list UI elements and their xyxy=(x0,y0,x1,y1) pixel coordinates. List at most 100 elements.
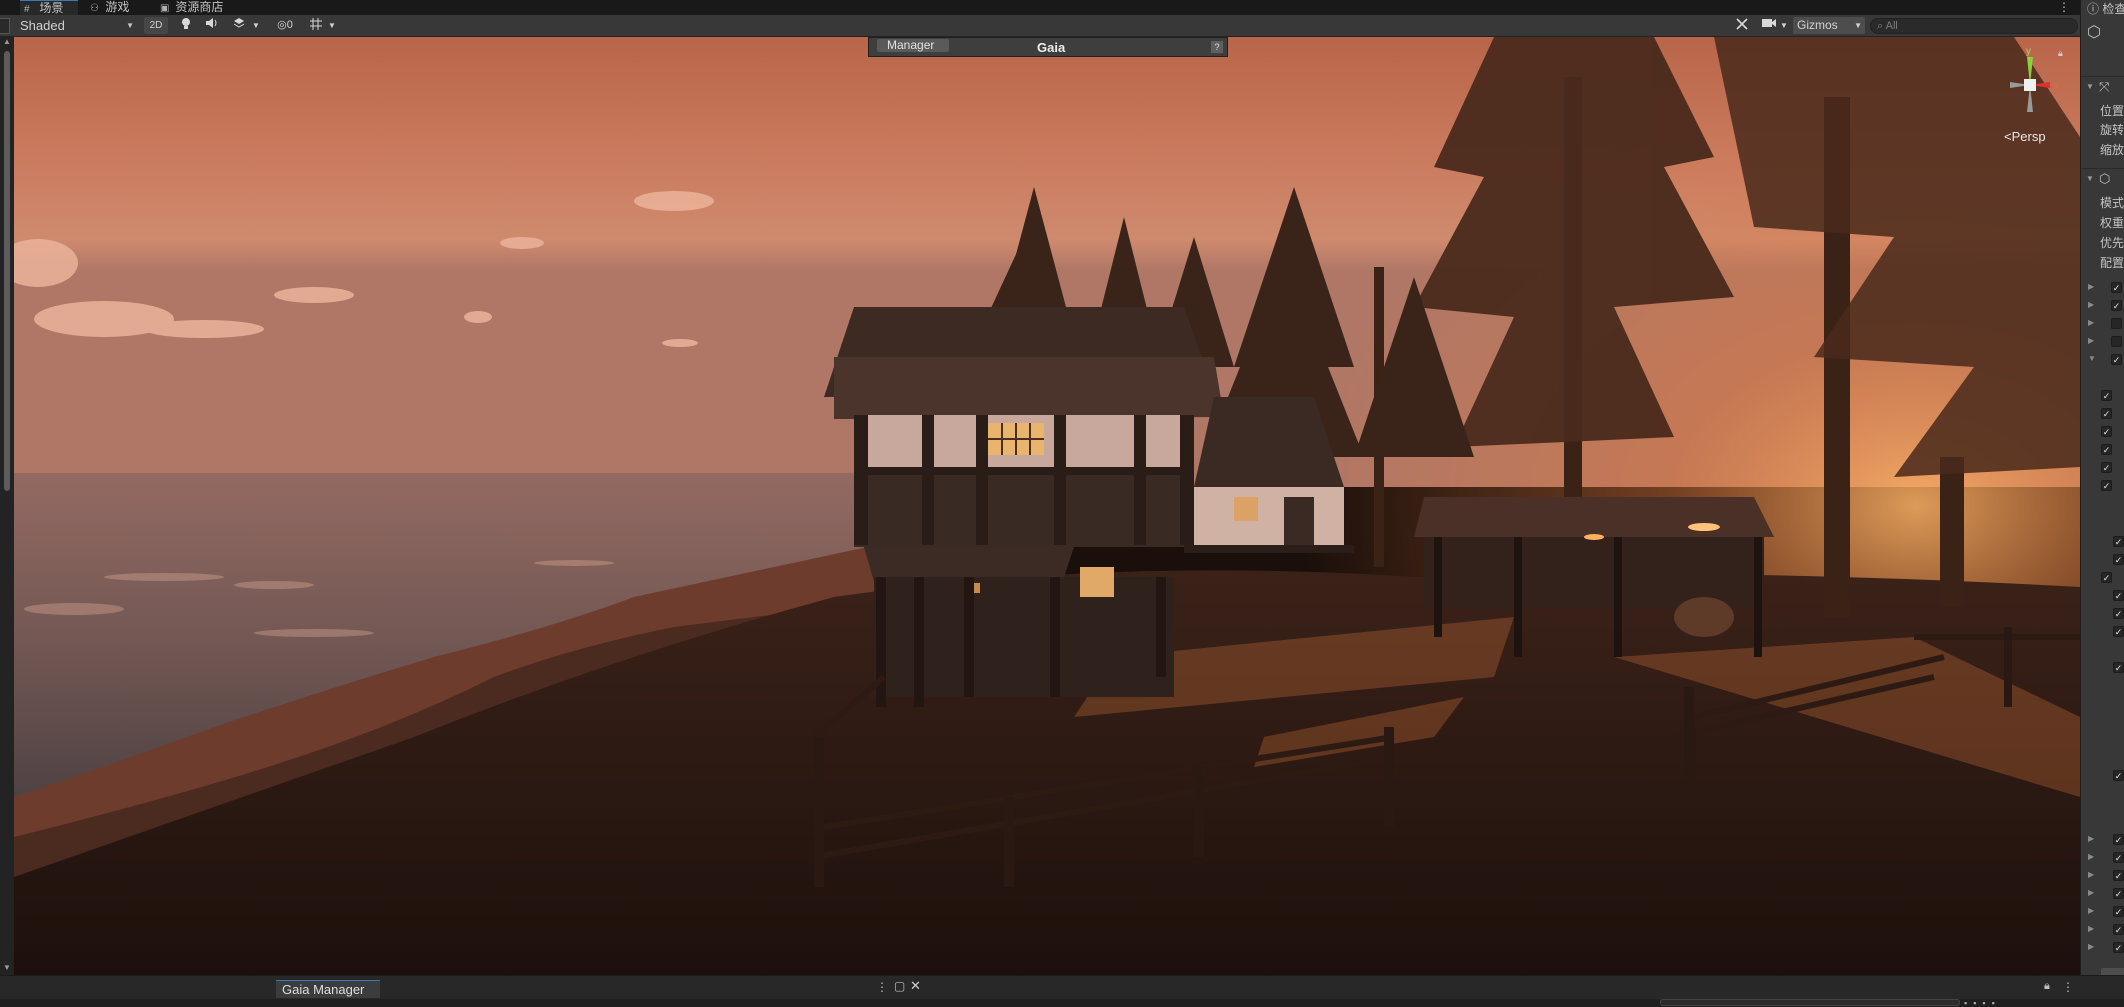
checkbox[interactable] xyxy=(2111,318,2122,329)
projection-toggle[interactable]: <Persp xyxy=(2004,129,2046,144)
transform-component-header[interactable]: ▼ ⤧ xyxy=(2081,76,2124,98)
panel-menu-icon[interactable]: ⋮ xyxy=(876,980,888,994)
checkbox[interactable]: ✓ xyxy=(2113,536,2124,547)
fold-arrow-icon[interactable]: ▶ xyxy=(2088,852,2094,861)
list-item[interactable]: ✓ xyxy=(2081,768,2124,785)
tab-game[interactable]: ⚇ 游戏 xyxy=(86,0,129,15)
scroll-down-arrow-icon[interactable]: ▼ xyxy=(2,963,12,973)
list-item[interactable]: ✓ xyxy=(2081,388,2124,405)
effects-dropdown-chevron-icon[interactable]: ▼ xyxy=(250,17,262,34)
list-item[interactable]: ▶ ✓ xyxy=(2081,868,2124,885)
checkbox[interactable]: ✓ xyxy=(2113,924,2124,935)
list-item[interactable]: ▶ ✓ xyxy=(2081,940,2124,957)
scroll-up-arrow-icon[interactable]: ▲ xyxy=(2,37,12,47)
list-item[interactable]: ▶ ✓ xyxy=(2081,904,2124,921)
list-item[interactable]: ✓ xyxy=(2081,606,2124,623)
checkbox[interactable]: ✓ xyxy=(2113,662,2124,673)
gaia-manager-tab[interactable]: Manager xyxy=(877,39,949,52)
checkbox[interactable]: ✓ xyxy=(2113,770,2124,781)
list-item[interactable]: ▶ ✓ xyxy=(2081,922,2124,939)
checkbox[interactable]: ✓ xyxy=(2113,834,2124,845)
inspector-tab[interactable]: ⓘ 检查 xyxy=(2087,0,2124,17)
fold-arrow-icon[interactable]: ▶ xyxy=(2088,906,2094,915)
list-item[interactable]: ▶ ✓ xyxy=(2081,850,2124,867)
checkbox[interactable]: ✓ xyxy=(2113,852,2124,863)
checkbox[interactable]: ✓ xyxy=(2101,572,2112,583)
checkbox[interactable] xyxy=(2111,336,2122,347)
checkbox[interactable]: ✓ xyxy=(2113,626,2124,637)
list-item[interactable]: ✓ xyxy=(2081,660,2124,677)
list-item[interactable]: ✓ xyxy=(2081,570,2124,587)
checkbox[interactable]: ✓ xyxy=(2111,354,2122,365)
shading-mode-dropdown[interactable]: Shaded ▼ xyxy=(14,17,138,34)
scene-visibility-toggle[interactable]: ◎0 xyxy=(268,17,302,34)
list-item[interactable]: ▶ xyxy=(2081,334,2124,351)
list-item[interactable]: ▶ ✓ xyxy=(2081,832,2124,849)
list-item[interactable]: ✓ xyxy=(2081,552,2124,569)
checkbox[interactable]: ✓ xyxy=(2113,554,2124,565)
fold-arrow-icon[interactable]: ▼ xyxy=(2086,174,2094,183)
effects-toggle-icon[interactable] xyxy=(228,17,250,34)
status-bar-icons[interactable]: ▪▪▪▪ xyxy=(1964,998,2001,1007)
list-item[interactable]: ▶ ✓ xyxy=(2081,280,2124,297)
list-item[interactable]: ▶ ✓ xyxy=(2081,886,2124,903)
checkbox[interactable]: ✓ xyxy=(2113,942,2124,953)
list-item[interactable]: ▶ ✓ xyxy=(2081,298,2124,315)
checkbox[interactable]: ✓ xyxy=(2113,888,2124,899)
camera-dropdown-chevron-icon[interactable]: ▼ xyxy=(1778,17,1790,34)
tabbar-menu-icon[interactable]: ⋮ xyxy=(2058,0,2070,14)
list-item[interactable]: ✓ xyxy=(2081,442,2124,459)
tools-icon[interactable] xyxy=(1732,17,1752,34)
fold-arrow-icon[interactable]: ▶ xyxy=(2088,870,2094,879)
scene-search-input[interactable]: ⌕ All xyxy=(1870,18,2078,34)
list-item[interactable]: ✓ xyxy=(2081,588,2124,605)
list-item[interactable]: ▶ xyxy=(2081,316,2124,333)
checkbox[interactable]: ✓ xyxy=(2101,462,2112,473)
fold-arrow-icon[interactable]: ▶ xyxy=(2088,924,2094,933)
list-item[interactable]: ✓ xyxy=(2081,424,2124,441)
tab-gaia-manager[interactable]: Gaia Manager xyxy=(276,980,380,998)
checkbox[interactable]: ✓ xyxy=(2113,870,2124,881)
checkbox[interactable]: ✓ xyxy=(2113,608,2124,619)
list-item[interactable]: ✓ xyxy=(2081,460,2124,477)
checkbox[interactable]: ✓ xyxy=(2101,390,2112,401)
camera-settings-icon[interactable] xyxy=(1758,17,1780,34)
grid-toggle-icon[interactable] xyxy=(306,17,326,34)
scene-viewport[interactable] xyxy=(14,37,2080,975)
audio-toggle-icon[interactable] xyxy=(202,17,222,34)
lock-icon[interactable]: 🔒︎ xyxy=(2058,48,2063,59)
checkbox[interactable]: ✓ xyxy=(2101,408,2112,419)
lock-icon[interactable]: 🔒︎ xyxy=(2044,980,2050,993)
grid-dropdown-chevron-icon[interactable]: ▼ xyxy=(326,17,338,34)
fold-arrow-icon[interactable]: ▼ xyxy=(2088,354,2096,363)
checkbox[interactable]: ✓ xyxy=(2101,426,2112,437)
checkbox[interactable]: ✓ xyxy=(2113,906,2124,917)
close-icon[interactable]: ✕ xyxy=(910,978,921,994)
tab-asset-store[interactable]: ▣ 资源商店 xyxy=(156,0,223,15)
fold-arrow-icon[interactable]: ▶ xyxy=(2088,888,2094,897)
component-header[interactable]: ▼ ⬡ xyxy=(2081,168,2124,190)
tab-scene[interactable]: # 场景 xyxy=(20,0,78,15)
help-icon[interactable]: ? xyxy=(1211,41,1223,53)
checkbox[interactable]: ✓ xyxy=(2101,444,2112,455)
gizmos-dropdown[interactable]: Gizmos ▼ xyxy=(1793,17,1865,34)
fold-arrow-icon[interactable]: ▶ xyxy=(2088,300,2094,309)
checkbox[interactable]: ✓ xyxy=(2111,300,2122,311)
toggle-2d-button[interactable]: 2D xyxy=(144,17,168,34)
scrollbar-thumb[interactable] xyxy=(4,51,10,491)
maximize-icon[interactable]: ▢ xyxy=(894,979,905,993)
list-item[interactable]: ✓ xyxy=(2081,406,2124,423)
list-item[interactable]: ✓ xyxy=(2081,478,2124,495)
gaia-floating-window[interactable]: Manager Gaia ? xyxy=(868,37,1228,57)
panel-menu-icon[interactable]: ⋮ xyxy=(2062,980,2074,994)
fold-arrow-icon[interactable]: ▶ xyxy=(2088,834,2094,843)
gizmo-center-cube[interactable] xyxy=(2024,79,2036,91)
fold-arrow-icon[interactable]: ▶ xyxy=(2088,942,2094,951)
fold-arrow-icon[interactable]: ▶ xyxy=(2088,282,2094,291)
list-item[interactable]: ▼ ✓ xyxy=(2081,352,2124,369)
checkbox[interactable]: ✓ xyxy=(2111,282,2122,293)
fold-arrow-icon[interactable]: ▶ xyxy=(2088,336,2094,345)
fold-arrow-icon[interactable]: ▼ xyxy=(2086,82,2094,91)
list-item[interactable]: ✓ xyxy=(2081,624,2124,641)
checkbox[interactable]: ✓ xyxy=(2101,480,2112,491)
